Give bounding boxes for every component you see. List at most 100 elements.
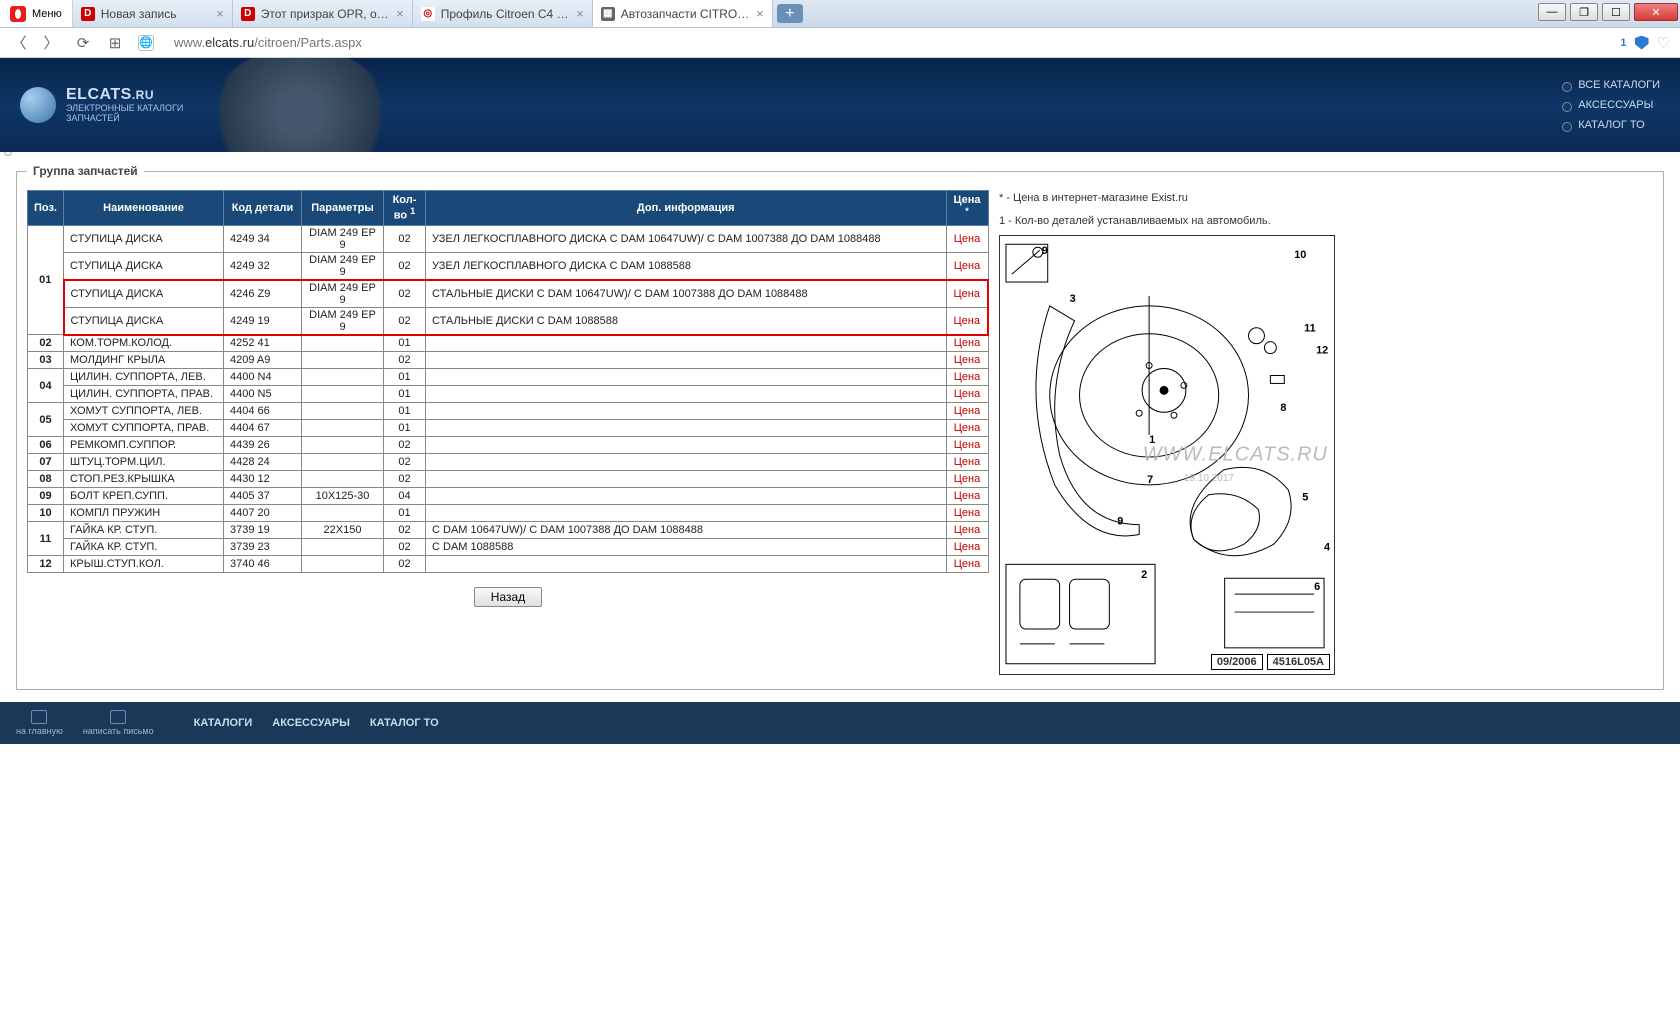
price-link[interactable]: Цена [954,558,980,570]
price-note: * - Цена в интернет-магазине Exist.ru [999,190,1653,207]
window-maximize-button[interactable]: ☐ [1602,3,1630,21]
cell-param [302,505,384,522]
url-path: /citroen/Parts.aspx [254,35,362,50]
cell-name: ХОМУТ СУППОРТА, ЛЕВ. [64,403,224,420]
tab-favicon: D [241,7,255,21]
price-link[interactable]: Цена [954,405,980,417]
browser-tab[interactable]: ◎ Профиль Citroen C4 хетч… × [413,0,593,27]
fieldset-legend: Группа запчастей [27,164,144,178]
price-link[interactable]: Цена [954,541,980,553]
cell-qty: 02 [384,280,426,308]
cell-code: 4407 20 [224,505,302,522]
price-link[interactable]: Цена [954,354,980,366]
cell-name: СТУПИЦА ДИСКА [64,252,224,280]
cell-qty: 02 [384,225,426,252]
price-link[interactable]: Цена [954,439,980,451]
price-link[interactable]: Цена [954,337,980,349]
price-link[interactable]: Цена [954,524,980,536]
footer-nav-link[interactable]: АКСЕССУАРЫ [272,717,350,729]
footer-nav-link[interactable]: КАТАЛОГИ [194,717,253,729]
cell-price: Цена [946,471,988,488]
footer-nav-link[interactable]: КАТАЛОГ ТО [370,717,439,729]
table-row: 09БОЛТ КРЕП.СУПП.4405 3710X125-3004Цена [28,488,989,505]
tab-close-icon[interactable]: × [576,6,584,21]
site-logo[interactable]: ELCATS.RU ЭЛЕКТРОННЫЕ КАТАЛОГИ ЗАПЧАСТЕЙ [20,86,183,124]
price-link[interactable]: Цена [954,456,980,468]
price-link[interactable]: Цена [954,507,980,519]
tab-close-icon[interactable]: × [216,6,224,21]
cell-param [302,403,384,420]
svg-text:9: 9 [1117,516,1123,528]
table-row: ГАЙКА КР. СТУП.3739 2302C DAM 1088588Цен… [28,539,989,556]
price-link[interactable]: Цена [954,260,980,272]
header-nav-link[interactable]: ВСЕ КАТАЛОГИ [1560,75,1660,95]
cell-pos: 08 [28,471,64,488]
url-bar[interactable]: www.elcats.ru/citroen/Parts.aspx [168,33,1606,52]
nav-back-button[interactable]: 〈 [10,34,28,52]
cell-price: Цена [946,280,988,308]
cell-name: ГАЙКА КР. СТУП. [64,539,224,556]
price-link[interactable]: Цена [954,371,980,383]
tab-close-icon[interactable]: × [396,6,404,21]
table-row: 02КОМ.ТОРМ.КОЛОД.4252 4101Цена [28,335,989,352]
window-restore-button[interactable]: ❐ [1570,3,1598,21]
table-row: 04ЦИЛИН. СУППОРТА, ЛЕВ.4400 N401Цена [28,369,989,386]
nav-reload-button[interactable]: ⟳ [74,34,92,52]
cell-info: C DAM 1088588 [426,539,947,556]
cell-info [426,386,947,403]
price-link[interactable]: Цена [954,233,980,245]
cell-pos: 12 [28,556,64,573]
new-tab-button[interactable]: + [777,4,803,23]
site-info-icon[interactable]: 🌐 [138,35,154,51]
cell-info [426,369,947,386]
price-link[interactable]: Цена [954,315,980,327]
cell-qty: 01 [384,403,426,420]
table-row: СТУПИЦА ДИСКА4246 Z9DIAM 249 EP 902СТАЛЬ… [28,280,989,308]
footer-home-link[interactable]: на главную [16,710,63,736]
tab-favicon: ▦ [601,7,615,21]
shield-icon[interactable] [1635,36,1649,50]
header-nav-link[interactable]: АКСЕССУАРЫ [1560,95,1660,115]
browser-tab[interactable]: D Новая запись × [73,0,233,27]
engine-art [210,58,390,152]
window-minimize-button[interactable]: — [1538,3,1566,21]
cell-qty: 01 [384,386,426,403]
price-link[interactable]: Цена [954,288,980,300]
browser-tab[interactable]: D Этот призрак OPR, он же… × [233,0,413,27]
tab-favicon: D [81,7,95,21]
opera-menu-button[interactable]: Меню [0,0,73,27]
nav-speed-dial-button[interactable]: ⊞ [106,34,124,52]
cell-param: DIAM 249 EP 9 [302,307,384,335]
tab-close-icon[interactable]: × [756,6,764,21]
cell-code: 4252 41 [224,335,302,352]
back-button[interactable]: Назад [474,587,542,607]
heart-icon[interactable]: ♡ [1657,34,1670,52]
price-link[interactable]: Цена [954,388,980,400]
header-nav-link[interactable]: КАТАЛОГ ТО [1560,115,1660,135]
parts-table: Поз. Наименование Код детали Параметры К… [27,190,989,573]
svg-text:7: 7 [1147,474,1153,486]
diagram-date-box: 09/2006 [1211,654,1263,670]
cell-price: Цена [946,522,988,539]
price-link[interactable]: Цена [954,422,980,434]
price-link[interactable]: Цена [954,490,980,502]
nav-forward-button[interactable]: 〉 [42,34,60,52]
cell-price: Цена [946,505,988,522]
footer-mail-link[interactable]: написать письмо [83,710,154,736]
cell-info [426,471,947,488]
cell-qty: 04 [384,488,426,505]
tab-title: Автозапчасти CITROEN - … [621,7,750,21]
cell-price: Цена [946,539,988,556]
price-link[interactable]: Цена [954,473,980,485]
cell-info [426,505,947,522]
cell-name: СТОП.РЕЗ.КРЫШКА [64,471,224,488]
browser-tab[interactable]: ▦ Автозапчасти CITROEN - … × [593,0,773,27]
cell-qty: 02 [384,454,426,471]
browser-navbar: 〈 〉 ⟳ ⊞ 🌐 www.elcats.ru/citroen/Parts.as… [0,28,1680,58]
parts-diagram[interactable]: 9 1 3 10 11 12 8 7 9 5 4 2 6 [999,235,1335,675]
cell-info [426,403,947,420]
cell-param [302,471,384,488]
cell-price: Цена [946,386,988,403]
cell-code: 4404 66 [224,403,302,420]
window-close-button[interactable]: ✕ [1634,3,1678,21]
